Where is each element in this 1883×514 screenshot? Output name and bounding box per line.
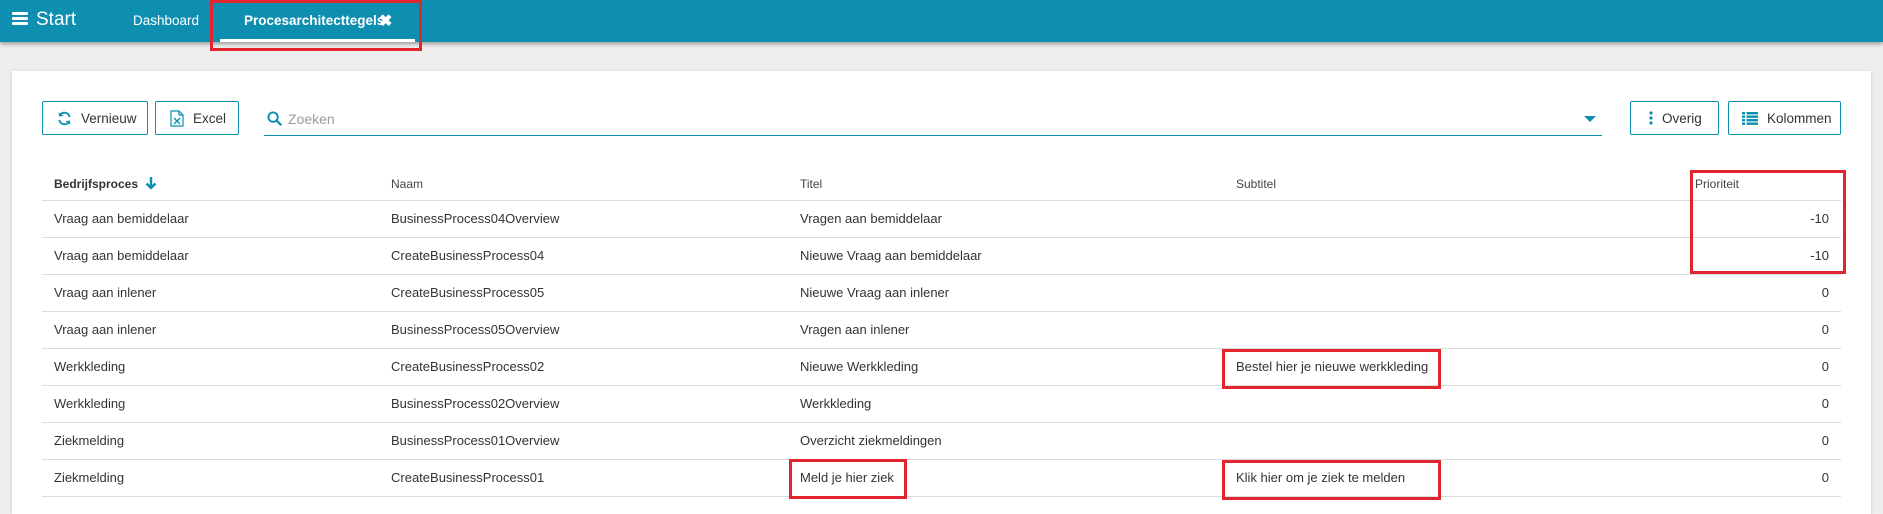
table-row[interactable]: Vraag aan bemiddelaar CreateBusinessProce… [42, 238, 1841, 275]
cell-prioriteit: 0 [1821, 322, 1829, 337]
close-icon[interactable]: ✖ [379, 11, 392, 31]
cell-naam: CreateBusinessProcess02 [391, 359, 545, 374]
cell-prioriteit: 0 [1821, 470, 1829, 485]
cell-prioriteit: -10 [1810, 211, 1829, 226]
top-bar: Start Dashboard Procesarchitecttegels ✖ [0, 0, 1883, 42]
excel-button[interactable]: Excel [155, 101, 239, 135]
cell-prioriteit: 0 [1821, 396, 1829, 411]
cell-titel: Nieuwe Vraag aan bemiddelaar [800, 248, 982, 263]
cell-titel: Meld je hier ziek [800, 470, 894, 485]
cell-bedrijfsproces: Vraag aan bemiddelaar [54, 211, 189, 226]
cell-naam: CreateBusinessProcess04 [391, 248, 545, 263]
cell-titel: Nieuwe Vraag aan inlener [800, 285, 950, 300]
menu-icon[interactable] [12, 12, 28, 25]
cell-prioriteit: -10 [1810, 248, 1829, 263]
active-tab-indicator [220, 39, 415, 42]
table-row[interactable]: Werkkleding CreateBusinessProcess02 Nieuwe… [42, 349, 1841, 386]
cell-bedrijfsproces: Ziekmelding [54, 470, 125, 485]
columns-button-label: Kolommen [1767, 110, 1832, 126]
column-header-prioriteit[interactable]: Prioriteit [1695, 164, 1739, 200]
search-bar [264, 104, 1602, 136]
sort-down-icon [146, 177, 157, 190]
overig-button[interactable]: Overig [1630, 101, 1719, 135]
columns-button[interactable]: Kolommen [1728, 101, 1841, 135]
search-icon [267, 111, 282, 126]
cell-bedrijfsproces: Ziekmelding [54, 433, 125, 448]
list-icon [1742, 111, 1758, 125]
table-row[interactable]: Vraag aan inlener BusinessProcess05Overvi… [42, 312, 1841, 349]
cell-prioriteit: 0 [1821, 285, 1829, 300]
cell-bedrijfsproces: Werkkleding [54, 396, 126, 411]
cell-bedrijfsproces: Vraag aan bemiddelaar [54, 248, 189, 263]
app-title[interactable]: Start [36, 9, 76, 31]
cell-bedrijfsproces: Vraag aan inlener [54, 285, 157, 300]
kebab-icon [1649, 111, 1653, 125]
refresh-button[interactable]: Vernieuw [42, 101, 148, 135]
cell-titel: Nieuwe Werkkleding [800, 359, 919, 374]
cell-subtitel: Bestel hier je nieuwe werkkleding [1236, 359, 1429, 374]
tab-dashboard[interactable]: Dashboard [133, 13, 199, 28]
table-row[interactable]: Ziekmelding BusinessProcess01Overview Over… [42, 423, 1841, 460]
excel-button-label: Excel [193, 110, 227, 126]
cell-titel: Werkkleding [800, 396, 872, 411]
table-header: Bedrijfsproces Naam Titel Subtitel Prior… [42, 164, 1841, 201]
cell-prioriteit: 0 [1821, 433, 1829, 448]
cell-titel: Vragen aan bemiddelaar [800, 211, 942, 226]
cell-naam: CreateBusinessProcess05 [391, 285, 545, 300]
refresh-button-label: Vernieuw [81, 110, 137, 126]
column-header-subtitel[interactable]: Subtitel [1236, 164, 1276, 200]
table-row[interactable]: Werkkleding BusinessProcess02Overview Werk… [42, 386, 1841, 423]
refresh-icon [58, 111, 71, 125]
table-body: Vraag aan bemiddelaar BusinessProcess04Ov… [42, 201, 1841, 497]
cell-subtitel: Klik hier om je ziek te melden [1236, 470, 1406, 485]
overig-button-label: Overig [1662, 110, 1702, 126]
cell-naam: BusinessProcess02Overview [391, 396, 560, 411]
data-table: Bedrijfsproces Naam Titel Subtitel Prior… [42, 164, 1841, 497]
cell-naam: BusinessProcess04Overview [391, 211, 560, 226]
column-header-naam[interactable]: Naam [391, 164, 423, 200]
column-header-titel[interactable]: Titel [800, 164, 822, 200]
cell-titel: Overzicht ziekmeldingen [800, 433, 942, 448]
column-header-bedrijfsproces[interactable]: Bedrijfsproces [54, 164, 157, 200]
cell-bedrijfsproces: Werkkleding [54, 359, 126, 374]
table-row[interactable]: Ziekmelding CreateBusinessProcess01 Meld j… [42, 460, 1841, 497]
column-header-label: Bedrijfsproces [54, 177, 139, 191]
cell-prioriteit: 0 [1821, 359, 1829, 374]
cell-naam: CreateBusinessProcess01 [391, 470, 545, 485]
cell-bedrijfsproces: Vraag aan inlener [54, 322, 157, 337]
cell-titel: Vragen aan inlener [800, 322, 910, 337]
table-row[interactable]: Vraag aan inlener CreateBusinessProcess05… [42, 275, 1841, 312]
tab-procesarchitecttegels[interactable]: Procesarchitecttegels [244, 13, 384, 28]
cell-naam: BusinessProcess05Overview [391, 322, 560, 337]
table-row[interactable]: Vraag aan bemiddelaar BusinessProcess04Ov… [42, 201, 1841, 238]
cell-naam: BusinessProcess01Overview [391, 433, 560, 448]
chevron-down-icon[interactable] [1584, 116, 1596, 122]
search-input[interactable] [288, 108, 1548, 130]
excel-icon [170, 109, 184, 127]
